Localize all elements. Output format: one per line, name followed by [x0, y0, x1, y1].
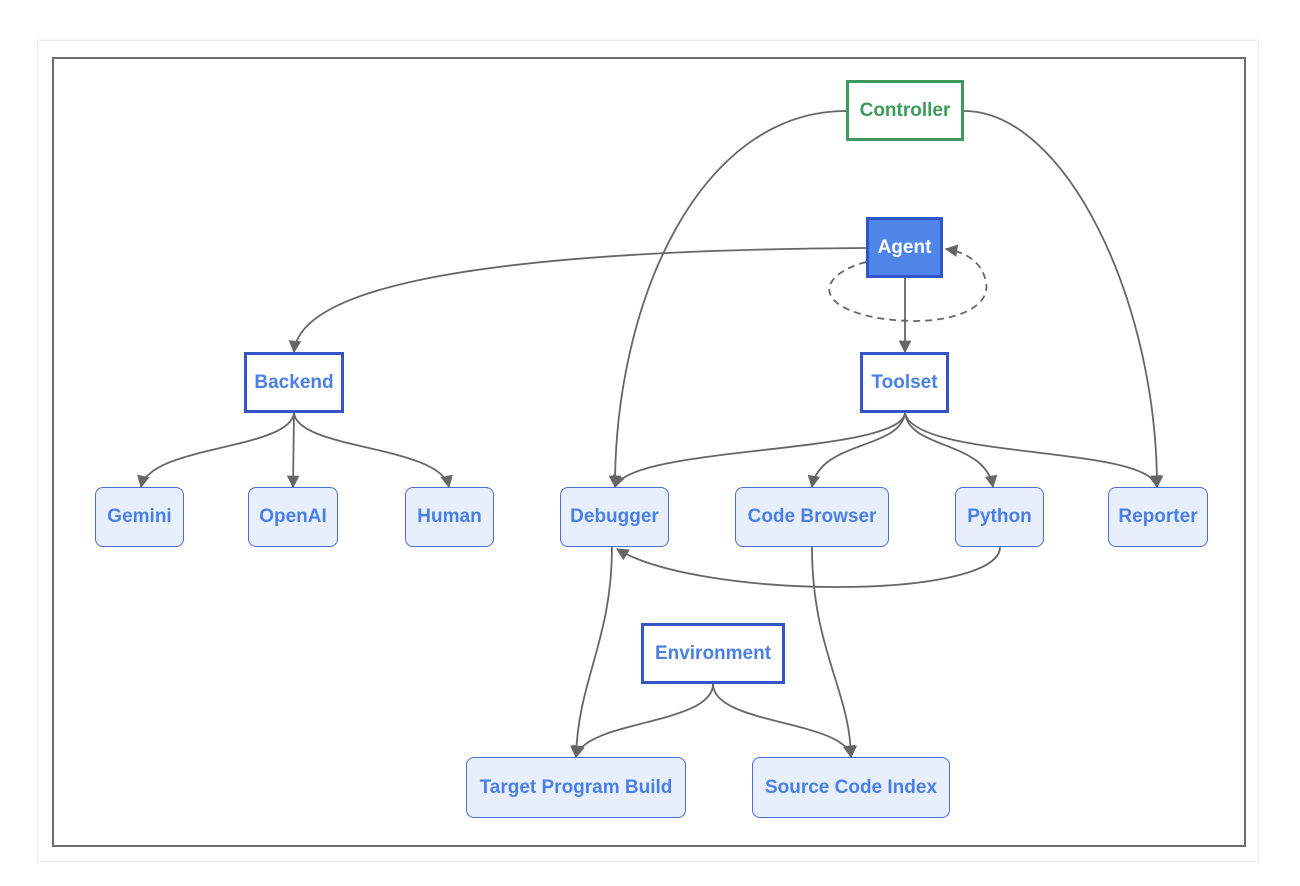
- node-label: Source Code Index: [764, 776, 938, 798]
- edge-toolset-to-code_browser: [807, 412, 906, 489]
- node-code-browser[interactable]: Code Browser: [735, 487, 889, 547]
- node-label: Target Program Build: [479, 776, 673, 798]
- node-label: Human: [417, 506, 482, 527]
- node-python[interactable]: Python: [955, 487, 1044, 547]
- edge-backend-to-gemini: [137, 412, 295, 489]
- edge-toolset-to-python: [904, 412, 998, 489]
- node-label: Reporter: [1118, 506, 1198, 527]
- node-target-program-build[interactable]: Target Program Build: [466, 757, 686, 818]
- node-label: Code Browser: [747, 506, 877, 527]
- edge-python-to-debugger: [615, 546, 1001, 588]
- edge-toolset-to-reporter: [904, 412, 1162, 489]
- node-label: Backend: [254, 371, 334, 393]
- edge-agent-to-backend: [288, 247, 867, 354]
- edge-toolset-to-debugger: [612, 412, 906, 489]
- node-source-code-index[interactable]: Source Code Index: [752, 757, 950, 818]
- node-controller[interactable]: Controller: [846, 80, 964, 141]
- node-label: Debugger: [570, 506, 659, 527]
- edge-environment-to-target_program_build: [572, 683, 714, 759]
- edge-environment-to-source_code_index: [712, 683, 856, 759]
- edge-debugger-to-target_program_build: [570, 546, 613, 759]
- edge-code_browser-to-source_code_index: [811, 546, 858, 759]
- node-gemini[interactable]: Gemini: [95, 487, 184, 547]
- node-label: Gemini: [107, 506, 172, 527]
- node-label: Environment: [654, 642, 772, 664]
- node-openai[interactable]: OpenAI: [248, 487, 338, 547]
- edge-controller-to-debugger: [608, 110, 847, 489]
- node-backend[interactable]: Backend: [244, 352, 344, 413]
- edge-backend-to-openai: [286, 412, 300, 489]
- node-label: OpenAI: [259, 506, 327, 527]
- edge-backend-to-human: [293, 412, 453, 489]
- edge-controller-to-reporter: [963, 110, 1164, 489]
- node-debugger[interactable]: Debugger: [560, 487, 669, 547]
- node-label: Python: [967, 506, 1032, 527]
- node-reporter[interactable]: Reporter: [1108, 487, 1208, 547]
- node-environment[interactable]: Environment: [641, 623, 785, 684]
- node-agent[interactable]: Agent: [866, 217, 943, 278]
- node-label: Agent: [877, 236, 932, 258]
- node-label: Toolset: [871, 371, 938, 393]
- node-human[interactable]: Human: [405, 487, 494, 547]
- node-toolset[interactable]: Toolset: [860, 352, 949, 413]
- edges-layer: [137, 110, 1164, 759]
- node-label: Controller: [859, 99, 951, 121]
